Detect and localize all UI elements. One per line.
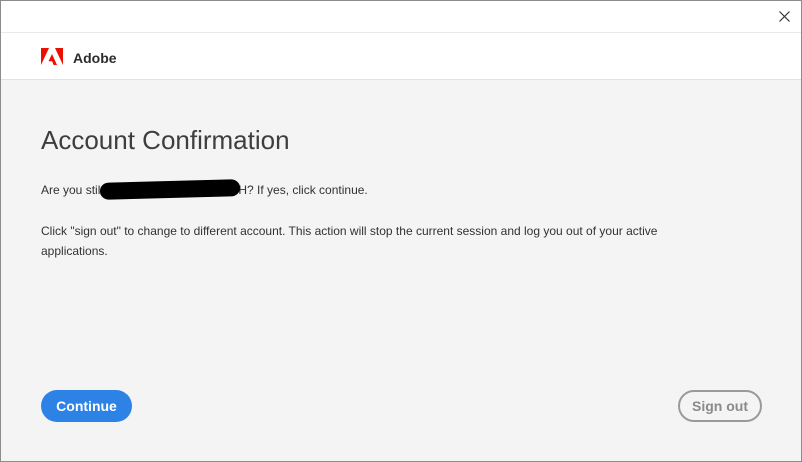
message-prefix: Are you stil (41, 183, 101, 197)
message-suffix: H? If yes, click continue. (238, 183, 368, 197)
dialog-window: Adobe Account Confirmation Are you stil H… (0, 0, 802, 462)
close-button[interactable] (773, 5, 795, 27)
signout-info-message: Click "sign out" to change to different … (41, 224, 658, 258)
continue-button[interactable]: Continue (41, 390, 132, 422)
adobe-logo-icon (41, 48, 63, 65)
main-content: Account Confirmation Are you stil H? If y… (1, 80, 801, 461)
confirmation-message: Are you stil H? If yes, click continue. (41, 179, 368, 200)
close-icon (778, 10, 790, 22)
sign-out-button[interactable]: Sign out (678, 390, 762, 422)
app-header: Adobe (1, 32, 801, 80)
brand-name: Adobe (73, 50, 117, 66)
title-bar (1, 1, 801, 32)
page-title: Account Confirmation (41, 125, 290, 155)
redacted-account-name (100, 179, 241, 200)
